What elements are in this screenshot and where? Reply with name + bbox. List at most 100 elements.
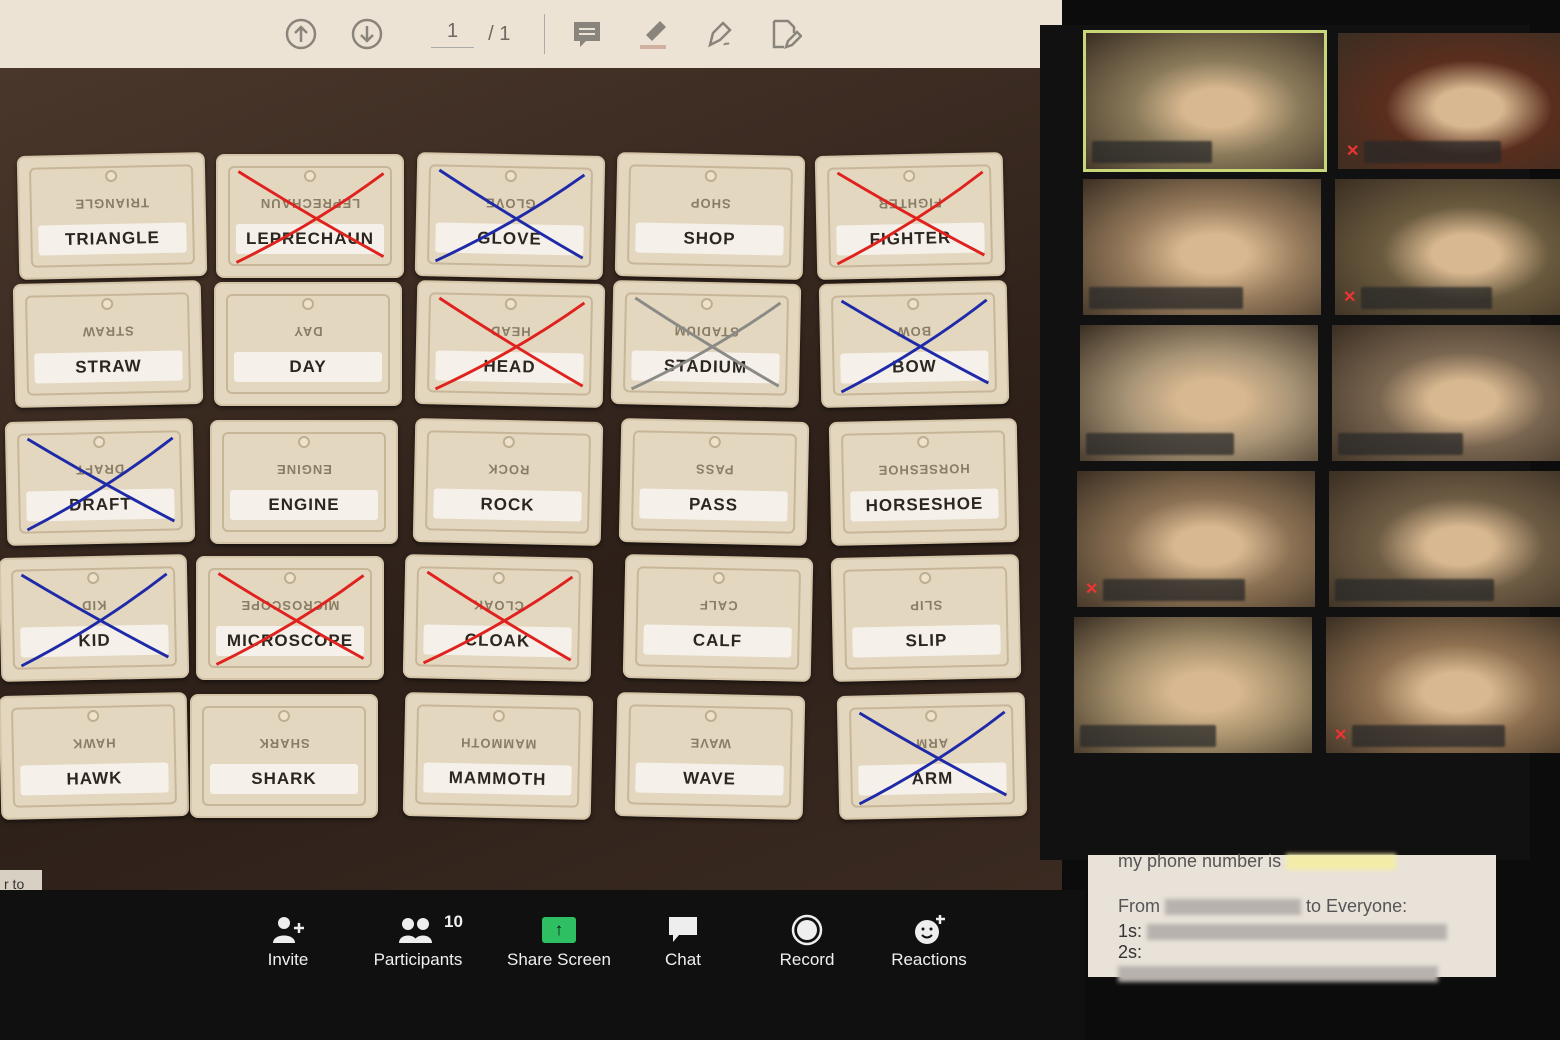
divider bbox=[544, 14, 546, 54]
codename-card[interactable]: HAWK HAWK bbox=[0, 692, 190, 820]
record-label: Record bbox=[779, 950, 835, 969]
page-indicator: 1 / 1 bbox=[431, 20, 510, 48]
reactions-button[interactable]: Reactions bbox=[886, 910, 972, 970]
codename-card[interactable]: DRAFT DRAFT bbox=[4, 418, 196, 546]
codename-card[interactable]: SHARK SHARK bbox=[190, 694, 378, 818]
codename-card[interactable]: BOW BOW bbox=[818, 280, 1010, 408]
participant-video-tile[interactable]: ✕ bbox=[1335, 179, 1560, 315]
participant-video-tile[interactable] bbox=[1080, 325, 1318, 461]
cross-out-mark bbox=[434, 168, 586, 263]
card-word: SLIP bbox=[852, 624, 1001, 658]
participant-name-redacted bbox=[1089, 287, 1243, 309]
invite-button[interactable]: Invite bbox=[258, 910, 318, 970]
chat-line-label: 2s: bbox=[1118, 942, 1143, 962]
participant-video-tile[interactable]: ✕ bbox=[1338, 33, 1560, 169]
arrow-up-circle-icon[interactable] bbox=[283, 16, 319, 52]
codename-card[interactable]: ROCK ROCK bbox=[412, 418, 604, 546]
codename-card[interactable]: TRIANGLE TRIANGLE bbox=[16, 152, 208, 280]
highlighter-icon[interactable] bbox=[635, 16, 671, 52]
pdf-toolbar: 1 / 1 bbox=[0, 0, 1062, 68]
card-word: STRAW bbox=[34, 350, 183, 384]
participant-video-tile[interactable] bbox=[1083, 179, 1321, 315]
codename-card[interactable]: HEAD HEAD bbox=[414, 280, 606, 408]
card-word: MAMMOTH bbox=[423, 762, 572, 796]
microphone-muted-icon: ✕ bbox=[1343, 289, 1357, 306]
codenames-board: TRIANGLE TRIANGLE LEPRECHAUN LEPRECHAUN GLOV… bbox=[0, 68, 1062, 890]
chat-button[interactable]: Chat bbox=[655, 910, 711, 970]
card-word: CALF bbox=[643, 624, 792, 658]
cross-out-mark bbox=[235, 170, 385, 264]
chat-to-label: to Everyone: bbox=[1306, 896, 1408, 916]
codename-card[interactable]: GLOVE GLOVE bbox=[414, 152, 606, 280]
record-button[interactable]: Record bbox=[775, 910, 839, 970]
codename-card[interactable]: MICROSCOPE MICROSCOPE bbox=[196, 556, 384, 680]
participant-name-redacted bbox=[1364, 141, 1501, 163]
redacted-text bbox=[1286, 854, 1397, 871]
codename-card[interactable]: ENGINE ENGINE bbox=[210, 420, 398, 544]
participant-video-tile[interactable]: ✕ bbox=[1077, 471, 1315, 607]
chat-panel: my phone number is From to Everyone: 1s:… bbox=[1088, 851, 1496, 983]
codename-card[interactable]: DAY DAY bbox=[214, 282, 402, 406]
pen-sign-icon[interactable] bbox=[701, 16, 737, 52]
codename-card[interactable]: STRAW STRAW bbox=[12, 280, 204, 408]
codename-card[interactable]: MAMMOTH MAMMOTH bbox=[402, 692, 594, 820]
participant-name-redacted bbox=[1080, 725, 1216, 747]
codename-card[interactable]: HORSESHOE HORSESHOE bbox=[828, 418, 1020, 546]
cross-out-mark bbox=[422, 570, 574, 665]
participants-count: 10 bbox=[444, 912, 463, 931]
chat-from-label: From bbox=[1118, 896, 1160, 916]
cross-out-mark bbox=[858, 710, 1008, 806]
cross-out-mark bbox=[215, 572, 365, 666]
chat-message-text: my phone number is bbox=[1118, 851, 1282, 871]
card-word: PASS bbox=[639, 488, 788, 522]
page-total: / 1 bbox=[488, 22, 511, 45]
codename-card[interactable]: SHOP SHOP bbox=[614, 152, 806, 280]
cross-out-mark bbox=[836, 170, 986, 266]
participant-name-redacted bbox=[1086, 433, 1234, 455]
codename-card[interactable]: PASS PASS bbox=[618, 418, 810, 546]
participants-icon: 10 bbox=[368, 910, 468, 950]
card-word: WAVE bbox=[635, 762, 784, 796]
card-hole bbox=[278, 710, 290, 722]
cross-out-mark bbox=[26, 436, 176, 532]
emoji-add-icon bbox=[886, 910, 972, 950]
arrow-down-circle-icon[interactable] bbox=[349, 16, 385, 52]
codename-card[interactable]: KID KID bbox=[0, 554, 190, 682]
participants-button[interactable]: 10 Participants bbox=[368, 910, 468, 970]
participant-name-redacted bbox=[1103, 579, 1245, 601]
codename-card[interactable]: ARM ARM bbox=[836, 692, 1028, 820]
participant-video-tile[interactable] bbox=[1083, 30, 1327, 172]
participants-label: Participants bbox=[373, 950, 463, 969]
document-edit-icon[interactable] bbox=[767, 16, 803, 52]
card-word: HAWK bbox=[20, 762, 169, 796]
codename-card[interactable]: LEPRECHAUN LEPRECHAUN bbox=[216, 154, 404, 278]
codename-card[interactable]: STADIUM STADIUM bbox=[610, 280, 802, 408]
card-hole bbox=[302, 298, 314, 310]
comment-icon[interactable] bbox=[569, 16, 605, 52]
codename-card[interactable]: FIGHTER FIGHTER bbox=[814, 152, 1006, 280]
redacted-text bbox=[1147, 924, 1448, 941]
codename-card[interactable]: CLOAK CLOAK bbox=[402, 554, 594, 682]
microphone-muted-icon: ✕ bbox=[1334, 727, 1348, 744]
participant-video-tile[interactable] bbox=[1332, 325, 1560, 461]
microphone-muted-icon: ✕ bbox=[1085, 581, 1099, 598]
reactions-label: Reactions bbox=[891, 950, 967, 969]
participant-video-tile[interactable] bbox=[1074, 617, 1312, 753]
chat-bubble-icon bbox=[655, 910, 711, 950]
record-icon bbox=[775, 910, 839, 950]
codename-card[interactable]: WAVE WAVE bbox=[614, 692, 806, 820]
redacted-sender bbox=[1165, 899, 1302, 916]
participant-name-redacted bbox=[1361, 287, 1492, 309]
chat-line-label: 1s: bbox=[1118, 921, 1143, 941]
card-hole bbox=[298, 436, 310, 448]
page-current-input[interactable]: 1 bbox=[431, 20, 475, 48]
codename-card[interactable]: CALF CALF bbox=[622, 554, 814, 682]
cross-out-mark bbox=[840, 298, 990, 394]
participant-video-tile[interactable]: ✕ bbox=[1326, 617, 1560, 753]
cross-out-mark bbox=[434, 296, 586, 391]
card-word: HORSESHOE bbox=[850, 488, 999, 522]
share-screen-button[interactable]: ↑ Share Screen bbox=[503, 910, 615, 970]
card-word: SHARK bbox=[210, 764, 358, 794]
codename-card[interactable]: SLIP SLIP bbox=[830, 554, 1022, 682]
participant-video-tile[interactable] bbox=[1329, 471, 1560, 607]
